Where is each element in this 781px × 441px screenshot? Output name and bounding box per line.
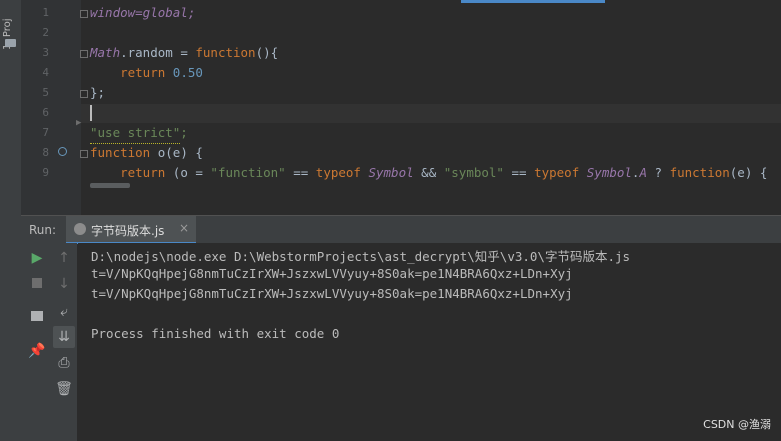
project-tool-strip: 1: Proj <box>0 0 22 441</box>
nodejs-icon <box>74 223 86 235</box>
console-line: D:\nodejs\node.exe D:\WebstormProjects\a… <box>91 249 631 264</box>
up-arrow-icon[interactable]: ↑ <box>53 247 75 269</box>
code-keyword: return <box>120 165 166 180</box>
line-number: 1 <box>42 6 49 19</box>
fold-marker-icon[interactable] <box>80 150 88 158</box>
code-editor[interactable]: 1 2 3 4 5 6 7 8 9 ▶ window=global; Math.… <box>21 0 781 215</box>
line-number: 3 <box>42 46 49 59</box>
run-config-tab[interactable]: 字节码版本.js × <box>66 216 196 244</box>
code-line-7: "use strict"; <box>90 125 188 140</box>
console-line: Process finished with exit code 0 <box>91 326 340 341</box>
code-window-global: window=global; <box>90 5 196 20</box>
stop-icon[interactable] <box>26 273 48 295</box>
text-caret <box>90 105 92 121</box>
line-number: 9 <box>42 166 49 179</box>
code-symbol: Symbol <box>586 165 632 180</box>
code-keyword: function <box>669 165 730 180</box>
trash-icon[interactable]: 🗑 <box>53 378 75 400</box>
horizontal-scrollbar[interactable] <box>90 183 130 188</box>
line-number: 7 <box>42 126 49 139</box>
code-line-4: return 0.50 <box>90 65 203 80</box>
run-toolbar: ▶ ↑ ↓ ⤶ ⇊ 📌 ⎙ 🗑 <box>21 243 77 441</box>
pin-icon[interactable]: 📌 <box>26 340 48 362</box>
code-line-8: function o(e) { <box>90 145 203 160</box>
fold-marker-icon[interactable] <box>80 90 88 98</box>
run-icon[interactable]: ▶ <box>26 247 48 269</box>
code-keyword: function <box>195 45 256 60</box>
code-line-5: }; <box>90 85 106 100</box>
override-gutter-icon[interactable] <box>58 147 67 156</box>
line-number: 8 <box>42 146 49 159</box>
console-line: t=V/NpKQqHpejG8nmTuCzIrXW+JszxwLVVyuy+8S… <box>91 286 573 301</box>
code-keyword: typeof <box>315 165 361 180</box>
code-math: Math <box>90 45 121 60</box>
line-number: 5 <box>42 86 49 99</box>
print-icon[interactable]: ⎙ <box>53 352 75 374</box>
down-arrow-icon[interactable]: ↓ <box>53 273 75 295</box>
code-line-9: return (o = "function" == typeof Symbol … <box>120 165 768 180</box>
code-symbol: Symbol <box>368 165 414 180</box>
code-keyword: typeof <box>534 165 580 180</box>
editor-tab-indicator <box>461 0 605 3</box>
layout-icon[interactable] <box>26 306 48 328</box>
code-string: "function" <box>210 165 286 180</box>
watermark: CSDN @渔溺 <box>703 418 771 431</box>
fold-marker-icon[interactable] <box>80 50 88 58</box>
folder-icon <box>5 39 16 47</box>
current-line-highlight <box>81 104 781 123</box>
run-label: Run: <box>29 223 57 237</box>
console-line: t=V/NpKQqHpejG8nmTuCzIrXW+JszxwLVVyuy+8S… <box>91 266 573 281</box>
code-keyword: function <box>90 145 151 160</box>
soft-wrap-icon[interactable]: ⤶ <box>53 301 75 323</box>
fold-marker-icon[interactable] <box>80 10 88 18</box>
scroll-to-end-icon[interactable]: ⇊ <box>53 326 75 348</box>
code-line-3: Math.random = function(){ <box>90 45 279 60</box>
run-tool-window-header: Run: 字节码版本.js × <box>21 215 781 244</box>
line-number: 6 <box>42 106 49 119</box>
collapsed-fold-icon[interactable]: ▶ <box>76 118 81 128</box>
code-keyword: return <box>120 65 166 80</box>
close-tab-icon[interactable]: × <box>179 221 189 235</box>
code-number: 0.50 <box>172 65 203 80</box>
code-string: "symbol" <box>443 165 504 180</box>
code-property: A <box>639 165 647 180</box>
line-number: 4 <box>42 66 49 79</box>
console-output[interactable]: D:\nodejs\node.exe D:\WebstormProjects\a… <box>78 243 781 441</box>
line-number: 2 <box>42 26 49 39</box>
code-line-1: window=global; <box>90 5 195 20</box>
run-tab-title: 字节码版本.js <box>91 224 165 238</box>
inspection-squiggle <box>90 141 180 144</box>
